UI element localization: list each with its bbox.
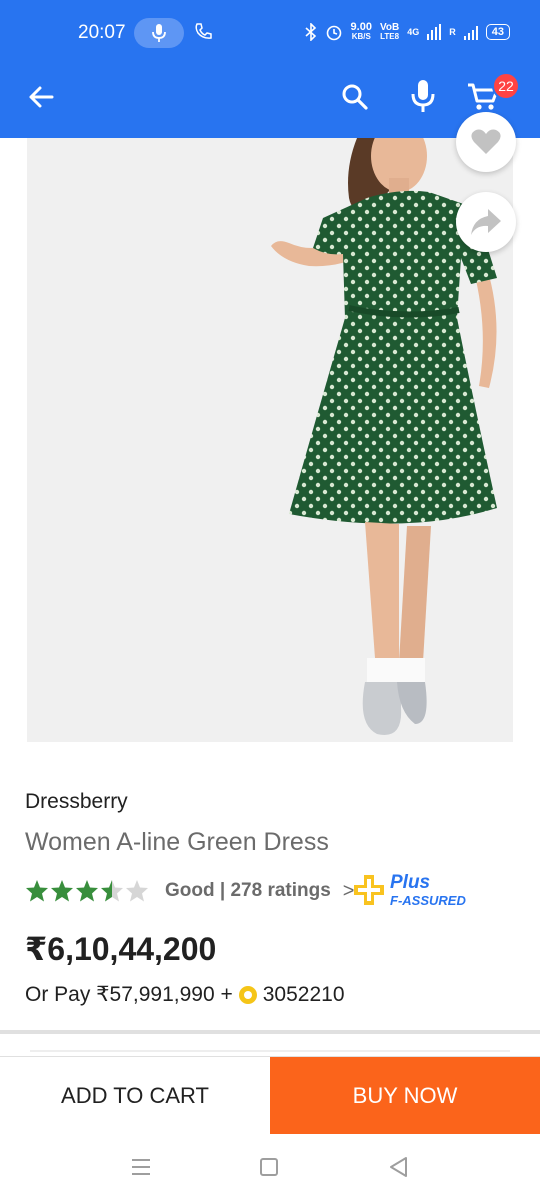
buy-now-button[interactable]: BUY NOW [270, 1057, 540, 1135]
bluetooth-icon [305, 22, 316, 41]
share-icon [471, 209, 501, 235]
mic-active-pill [134, 18, 184, 48]
signal-icon [427, 23, 442, 40]
plus-logo-icon [354, 875, 384, 905]
alarm-icon [326, 25, 341, 40]
section-divider [0, 1030, 540, 1034]
rating-row[interactable]: Good | 278 ratings > [25, 876, 354, 906]
system-nav-bar [0, 1134, 540, 1200]
supercoin-amount: 3052210 [262, 982, 345, 1006]
status-icons: 9.00 KB/S VoB LTE8 4G R 43 [305, 22, 510, 41]
plus-label: Plus [390, 872, 431, 893]
rating-summary: Good | 278 ratings [165, 880, 331, 901]
product-price: ₹6,10,44,200 [25, 931, 217, 967]
plus-assured-badge: Plus F-ASSURED [352, 870, 482, 910]
share-button[interactable] [456, 192, 516, 252]
supercoin-icon [238, 985, 257, 1004]
star-icon [126, 880, 148, 902]
status-bar: 20:07 9.00 KB/S VoB LTE8 4G R 43 [0, 0, 540, 56]
heart-icon [471, 129, 501, 154]
battery-icon: 43 [485, 23, 510, 40]
status-time: 20:07 [78, 22, 126, 43]
product-image[interactable] [27, 138, 513, 742]
action-bar: ADD TO CART BUY NOW [0, 1056, 540, 1135]
volte-bottom: LTE8 [380, 31, 400, 41]
back-arrow-icon[interactable] [26, 82, 56, 112]
wishlist-button[interactable] [456, 112, 516, 172]
phone-icon [195, 23, 212, 39]
data-speed: 9.00 KB/S [351, 22, 372, 41]
search-icon[interactable] [340, 82, 370, 112]
roaming-indicator: R [449, 26, 456, 37]
rating-stars [25, 879, 149, 903]
volte-top: VoB [379, 21, 400, 33]
star-icon [51, 880, 73, 902]
star-icon [26, 880, 48, 902]
section-divider-2 [30, 1050, 510, 1052]
signal-icon-2 [463, 25, 478, 40]
mic-icon [152, 24, 166, 42]
voice-search-icon[interactable] [408, 78, 438, 114]
product-brand[interactable]: Dressberry [25, 790, 128, 814]
star-icon [76, 880, 98, 902]
cart-count-badge: 22 [492, 72, 520, 100]
network-type: 4G [407, 26, 420, 37]
star-icon [101, 880, 123, 902]
product-photo [27, 138, 513, 742]
nav-back-icon[interactable] [388, 1156, 410, 1178]
volte-indicator: VoB LTE8 [379, 21, 400, 41]
recent-apps-icon[interactable] [131, 1158, 151, 1176]
home-icon[interactable] [260, 1158, 278, 1176]
screen: 20:07 9.00 KB/S VoB LTE8 4G R 43 22 Dres… [0, 0, 540, 1200]
product-title: Women A-line Green Dress [25, 828, 329, 856]
or-pay-text: Or Pay ₹57,991,990 + [25, 983, 233, 1006]
assured-label: F-ASSURED [390, 893, 466, 908]
add-to-cart-button[interactable]: ADD TO CART [0, 1057, 270, 1135]
or-pay-row: Or Pay ₹57,991,990 + 3052210 [25, 982, 345, 1007]
data-speed-unit: KB/S [351, 32, 371, 41]
